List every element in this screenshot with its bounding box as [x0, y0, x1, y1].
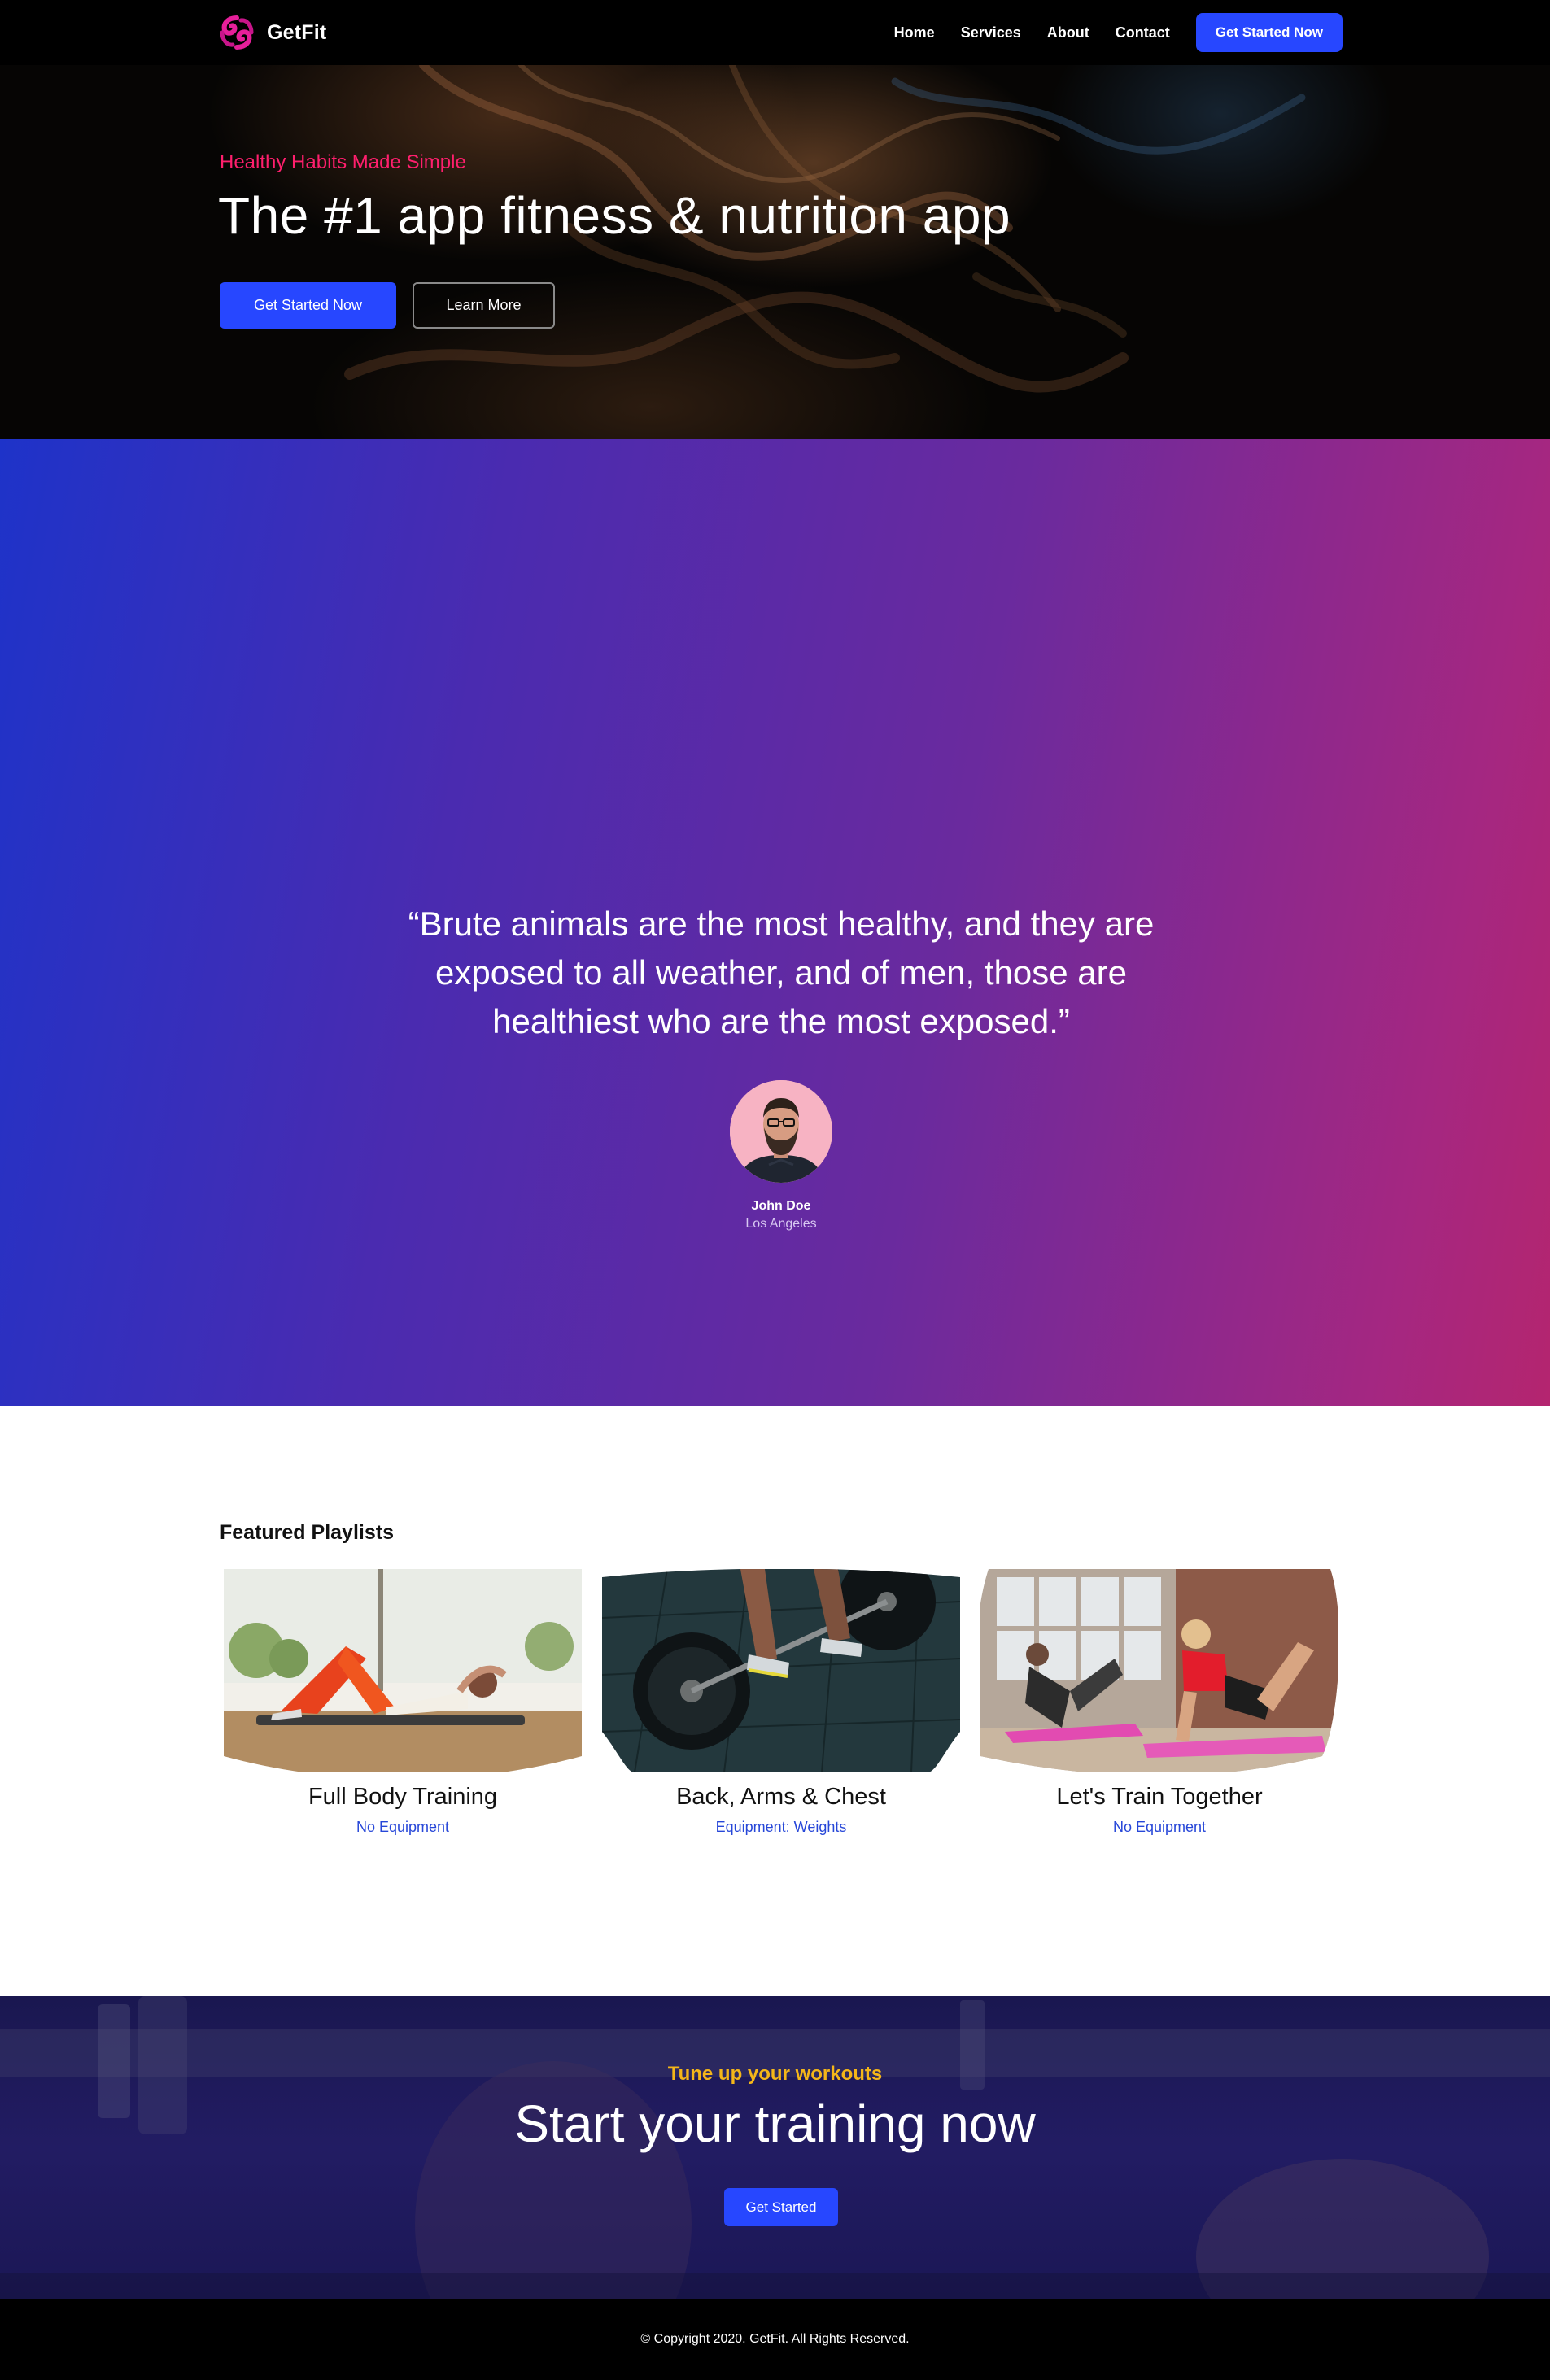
top-navbar: GetFit Home Services About Contact Get S…: [0, 0, 1550, 65]
avatar: [730, 1080, 832, 1183]
hero-section: Healthy Habits Made Simple The #1 app fi…: [0, 65, 1550, 439]
playlist-subtitle: No Equipment: [356, 1819, 450, 1835]
testimonial-quote: “Brute animals are the most healthy, and…: [408, 904, 1155, 1040]
nav-link-services[interactable]: Services: [961, 24, 1021, 41]
playlist-title: Let's Train Together: [1056, 1784, 1263, 1810]
playlist-title: Back, Arms & Chest: [676, 1784, 886, 1810]
brand-logo[interactable]: GetFit: [220, 15, 326, 50]
playlist-subtitle: No Equipment: [1112, 1819, 1207, 1835]
playlist-image-full-body: [224, 1569, 582, 1772]
getfit-logo-icon: [220, 15, 254, 50]
cta-get-started-button[interactable]: Get Started: [724, 2188, 838, 2226]
featured-playlists-heading: Featured Playlists: [220, 1521, 394, 1544]
cta-eyebrow: Tune up your workouts: [667, 2063, 883, 2085]
nav-link-about[interactable]: About: [1047, 24, 1089, 41]
cta-title: Start your training now: [514, 2094, 1036, 2153]
playlist-title: Full Body Training: [308, 1784, 498, 1810]
playlist-image-train-together: [980, 1569, 1338, 1772]
cta-section: Tune up your workouts Start your trainin…: [0, 1996, 1550, 2299]
nav-get-started-button[interactable]: Get Started Now: [1195, 13, 1343, 52]
nav-link-contact[interactable]: Contact: [1116, 24, 1170, 41]
playlist-card[interactable]: Full Body Training No Equipment: [224, 1569, 582, 1836]
hero-background-image: [344, 65, 1306, 393]
testimonial-location: Los Angeles: [745, 1217, 817, 1231]
get-started-button[interactable]: Get Started Now: [220, 282, 396, 329]
learn-more-button[interactable]: Learn More: [413, 282, 555, 329]
copyright-text: © Copyright 2020. GetFit. All Rights Res…: [640, 2332, 910, 2346]
nav-links: Home Services About Contact Get Started …: [894, 13, 1343, 52]
playlist-image-back-arms-chest: [602, 1569, 960, 1772]
testimonial-section: “Brute animals are the most healthy, and…: [0, 439, 1550, 1406]
nav-link-home[interactable]: Home: [894, 24, 935, 41]
brand-name: GetFit: [267, 20, 327, 44]
playlist-subtitle: Equipment: Weights: [715, 1819, 847, 1835]
hero-title: The #1 app fitness & nutrition app: [218, 186, 1011, 245]
playlist-card[interactable]: Let's Train Together No Equipment: [980, 1569, 1338, 1836]
playlist-card[interactable]: Back, Arms & Chest Equipment: Weights: [602, 1569, 960, 1836]
testimonial-name: John Doe: [751, 1199, 811, 1213]
hero-eyebrow: Healthy Habits Made Simple: [220, 151, 466, 173]
footer: © Copyright 2020. GetFit. All Rights Res…: [0, 2299, 1550, 2380]
